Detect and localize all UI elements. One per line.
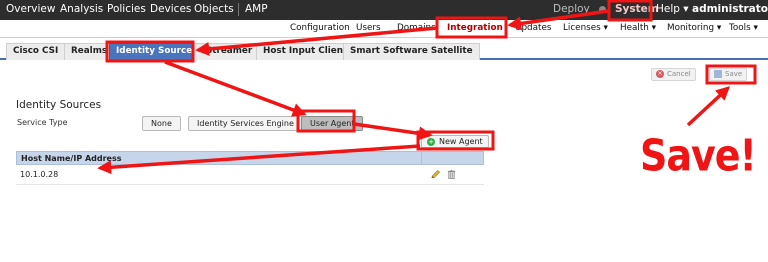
subnav-users[interactable]: Users bbox=[356, 23, 381, 33]
add-icon: + bbox=[427, 137, 435, 146]
nav-analysis[interactable]: Analysis bbox=[60, 3, 103, 15]
save-icon bbox=[714, 70, 722, 78]
nav-overview[interactable]: Overview bbox=[6, 3, 55, 15]
tab-host-input-client[interactable]: Host Input Client bbox=[256, 43, 355, 60]
save-callout-text: Save! bbox=[640, 130, 757, 181]
trash-icon[interactable] bbox=[446, 169, 457, 180]
help-menu[interactable]: Help ▾ bbox=[656, 3, 689, 15]
subnav-monitoring[interactable]: Monitoring ▾ bbox=[667, 23, 721, 33]
cancel-icon: × bbox=[656, 70, 664, 78]
service-type-none[interactable]: None bbox=[142, 116, 181, 131]
tab-estreamer[interactable]: eStreamer bbox=[193, 43, 260, 60]
tab-cisco-csi[interactable]: Cisco CSI bbox=[6, 43, 66, 60]
subnav-configuration[interactable]: Configuration bbox=[290, 23, 350, 33]
nav-separator bbox=[238, 3, 239, 16]
tab-realms[interactable]: Realms bbox=[64, 43, 115, 60]
service-type-ise[interactable]: Identity Services Engine bbox=[188, 116, 303, 131]
subnav-health[interactable]: Health ▾ bbox=[620, 23, 656, 33]
nav-policies[interactable]: Policies bbox=[107, 3, 146, 15]
tab-smart-software-satellite[interactable]: Smart Software Satellite bbox=[343, 43, 480, 60]
deploy-label: Deploy bbox=[553, 3, 590, 15]
column-host: Host Name/IP Address bbox=[21, 154, 122, 163]
save-label: Save bbox=[725, 70, 743, 78]
user-menu[interactable]: administrator ▾ bbox=[692, 3, 768, 15]
column-divider bbox=[421, 152, 422, 165]
agents-table: Host Name/IP Address 10.1.0.28 bbox=[16, 151, 484, 185]
integration-tabs: Cisco CSI Realms Identity Sources eStrea… bbox=[0, 40, 768, 60]
save-button[interactable]: Save bbox=[709, 68, 748, 81]
new-agent-label: New Agent bbox=[439, 137, 483, 146]
subnav-updates[interactable]: Updates bbox=[515, 23, 551, 33]
service-type-user-agent[interactable]: User Agent bbox=[301, 116, 364, 131]
subnav-tools[interactable]: Tools ▾ bbox=[729, 23, 758, 33]
new-agent-button[interactable]: + New Agent bbox=[421, 135, 489, 148]
table-row: 10.1.0.28 bbox=[16, 165, 484, 185]
screenshot: Overview Analysis Policies Devices Objec… bbox=[0, 0, 768, 262]
host-cell: 10.1.0.28 bbox=[20, 170, 59, 179]
cancel-button[interactable]: × Cancel bbox=[651, 68, 696, 81]
pencil-icon[interactable] bbox=[430, 169, 441, 180]
nav-devices[interactable]: Devices bbox=[150, 3, 191, 15]
deploy-button[interactable]: Deploy bbox=[553, 3, 607, 15]
deploy-status-icon bbox=[599, 5, 607, 13]
subnav-domains[interactable]: Domains bbox=[397, 23, 436, 33]
table-header: Host Name/IP Address bbox=[16, 151, 484, 165]
top-navigation-bar: Overview Analysis Policies Devices Objec… bbox=[0, 0, 768, 20]
cancel-label: Cancel bbox=[667, 70, 691, 78]
subnav-licenses[interactable]: Licenses ▾ bbox=[563, 23, 608, 33]
section-title: Identity Sources bbox=[16, 99, 102, 111]
nav-objects[interactable]: Objects bbox=[194, 3, 234, 15]
service-type-label: Service Type bbox=[17, 118, 68, 127]
system-subnav: Configuration Users Domains Integration … bbox=[0, 20, 768, 38]
nav-amp[interactable]: AMP bbox=[245, 3, 268, 15]
tab-identity-sources[interactable]: Identity Sources bbox=[109, 43, 205, 60]
subnav-integration[interactable]: Integration bbox=[447, 23, 503, 33]
nav-system[interactable]: System bbox=[615, 3, 659, 15]
